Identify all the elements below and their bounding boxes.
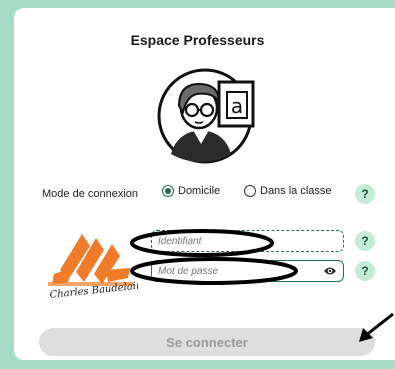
password-input[interactable]	[152, 261, 324, 282]
login-card	[14, 8, 395, 360]
help-mode-button[interactable]: ?	[355, 184, 375, 204]
page-title: Espace Professeurs	[130, 32, 265, 48]
school-logo: Charles Baudelaire	[48, 234, 138, 301]
radio-classe-label: Dans la classe	[260, 185, 332, 197]
username-field[interactable]	[151, 230, 344, 252]
connection-mode-label: Mode de connexion	[42, 188, 139, 200]
radio-dans-la-classe[interactable]: Dans la classe	[244, 185, 332, 197]
password-field[interactable]	[151, 260, 344, 282]
radio-domicile-label: Domicile	[178, 185, 221, 197]
radio-domicile[interactable]: Domicile	[162, 185, 220, 197]
teacher-avatar-icon: a	[157, 68, 255, 164]
radio-unchecked-icon	[244, 185, 256, 197]
help-username-button[interactable]: ?	[355, 231, 375, 251]
board-letter: a	[231, 94, 243, 118]
username-input[interactable]	[152, 231, 324, 252]
login-button[interactable]: Se connecter	[39, 328, 375, 356]
eye-icon[interactable]	[323, 265, 337, 277]
radio-checked-icon	[162, 185, 174, 197]
help-password-button[interactable]: ?	[355, 261, 375, 281]
